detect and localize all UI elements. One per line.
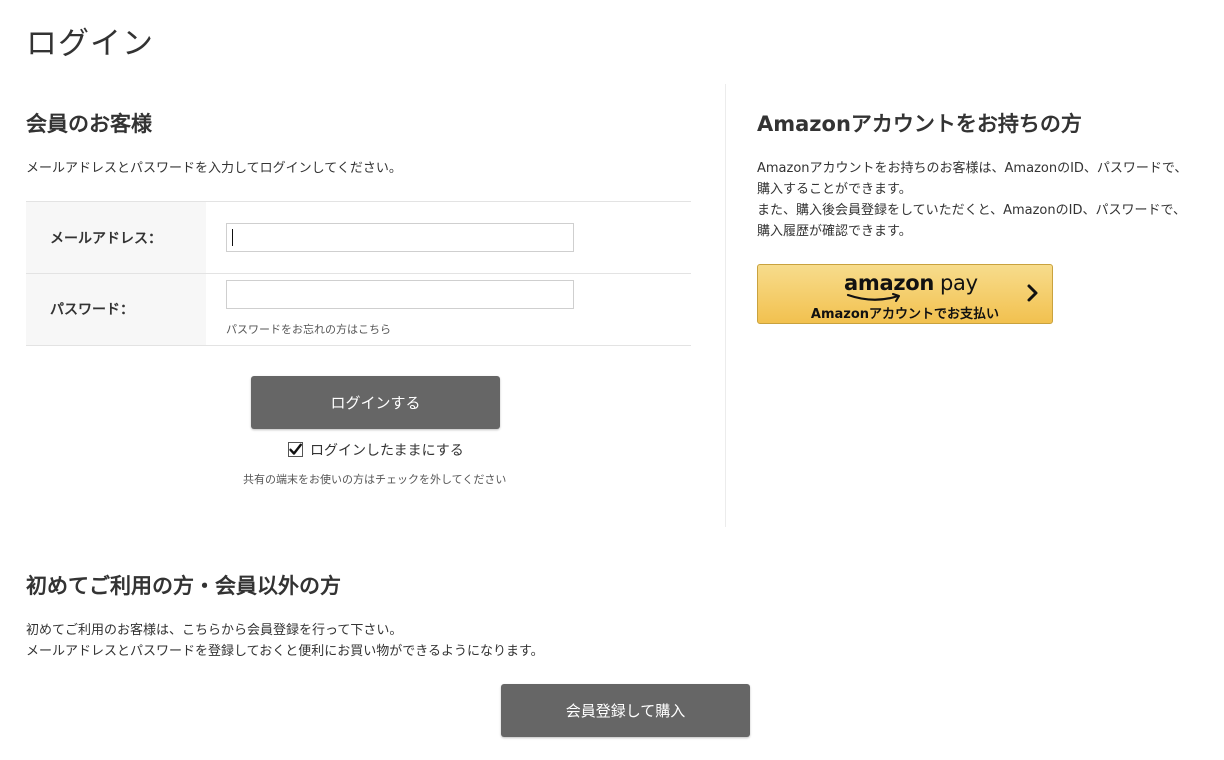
amazon-smile-icon [846,293,900,302]
amazon-desc-line: また、購入後会員登録をしていただくと、AmazonのID、パスワードで、 [757,203,1186,218]
member-intro: メールアドレスとパスワードを入力してログインしてください。 [26,161,402,176]
amazon-desc-line: Amazonアカウントをお持ちのお客様は、AmazonのID、パスワードで、 [757,161,1188,176]
login-form-table: メールアドレス： パスワード： パスワードをお忘れの方はこちら [26,201,691,346]
remember-note: 共有の端末をお使いの方はチェックを外してください [243,473,507,486]
email-row: メールアドレス： [26,202,691,274]
guest-heading: 初めてご利用の方・会員以外の方 [26,574,341,598]
register-and-buy-button[interactable]: 会員登録して購入 [501,684,750,737]
remember-checkbox[interactable] [288,442,303,457]
password-field[interactable] [226,280,574,309]
email-label: メールアドレス： [50,231,162,247]
remember-label[interactable]: ログインしたままにする [310,440,464,460]
member-heading: 会員のお客様 [26,112,152,136]
amazon-desc-line: 購入履歴が確認できます。 [757,224,912,239]
text-caret [232,229,233,246]
password-label: パスワード： [50,302,134,318]
guest-desc-line: 初めてご利用のお客様は、こちらから会員登録を行って下さい。 [26,623,403,638]
checkmark-icon [289,443,302,455]
vertical-divider [725,84,726,527]
amazon-pay-logo: amazon pay [844,271,978,295]
amazon-desc-line: 購入することができます。 [757,182,912,197]
amazon-logo-text: amazon [844,271,935,295]
password-row: パスワード： パスワードをお忘れの方はこちら [26,274,691,346]
amazon-description: Amazonアカウントをお持ちのお客様は、AmazonのID、パスワードで、 購… [757,158,1187,242]
amazon-pay-button[interactable]: amazon pay Amazonアカウントでお支払い [757,264,1053,324]
email-field[interactable] [226,223,574,252]
chevron-right-icon [1027,284,1038,302]
guest-desc-line: メールアドレスとパスワードを登録しておくと便利にお買い物ができるようになります。 [26,644,544,659]
amazon-pay-text: pay [940,271,978,295]
page-title: ログイン [26,26,154,62]
guest-description: 初めてご利用のお客様は、こちらから会員登録を行って下さい。 メールアドレスとパス… [26,620,544,662]
amazon-pay-subtext: Amazonアカウントでお支払い [810,307,1000,322]
login-button[interactable]: ログインする [251,376,500,429]
forgot-password-link[interactable]: パスワードをお忘れの方はこちら [226,321,391,337]
amazon-heading: Amazonアカウントをお持ちの方 [757,112,1082,136]
